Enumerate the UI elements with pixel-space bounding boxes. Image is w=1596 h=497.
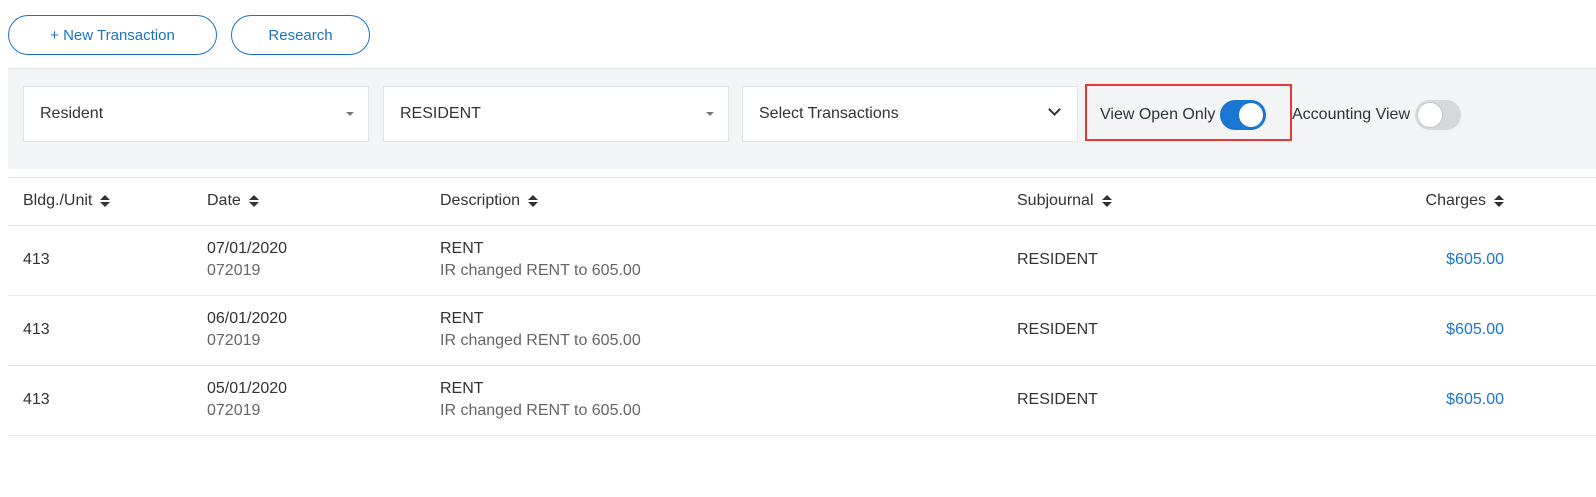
sort-icon [248, 195, 259, 207]
unit-cell: 413 [23, 251, 50, 268]
caret-down-icon [706, 112, 714, 116]
date-value: 06/01/2020 [207, 310, 288, 327]
description-value: RENT [440, 240, 484, 257]
column-header-subjournal[interactable]: Subjournal [1017, 192, 1112, 210]
charge-link[interactable]: $605.00 [1446, 391, 1504, 409]
filter-bar: Resident RESIDENT Select Transactions Vi… [8, 68, 1596, 169]
charge-link[interactable]: $605.00 [1446, 321, 1504, 339]
table-row: 413 05/01/2020 072019 RENT IR changed RE… [8, 366, 1596, 436]
description-note: IR changed RENT to 605.00 [440, 332, 641, 349]
description-cell: RENT IR changed RENT to 605.00 [440, 308, 641, 352]
toggle-knob [1239, 103, 1264, 127]
resident-type-value: Resident [40, 105, 104, 122]
research-button[interactable]: Research [231, 15, 370, 55]
date-value: 05/01/2020 [207, 380, 288, 397]
chevron-down-icon [1048, 103, 1061, 116]
view-open-only-toggle-group: View Open Only [1100, 99, 1267, 131]
batch-value: 072019 [207, 332, 261, 349]
batch-value: 072019 [207, 262, 261, 279]
column-header-subjournal-label: Subjournal [1017, 192, 1094, 209]
accounting-view-label: Accounting View [1292, 106, 1410, 123]
new-transaction-button[interactable]: + New Transaction [8, 15, 217, 55]
unit-cell: 413 [23, 391, 50, 408]
subjournal-cell: RESIDENT [1017, 321, 1098, 338]
accounting-view-toggle[interactable] [1415, 100, 1461, 130]
column-header-unit[interactable]: Bldg./Unit [23, 192, 111, 210]
column-header-date[interactable]: Date [207, 192, 259, 210]
view-open-only-toggle[interactable] [1220, 100, 1267, 130]
subjournal-select[interactable]: RESIDENT [383, 86, 729, 142]
description-value: RENT [440, 310, 484, 327]
column-header-charges-label: Charges [1425, 192, 1486, 209]
view-open-only-label: View Open Only [1100, 106, 1216, 123]
sort-icon [100, 195, 111, 207]
batch-value: 072019 [207, 402, 261, 419]
toggle-knob [1418, 103, 1442, 127]
table-row: 413 07/01/2020 072019 RENT IR changed RE… [8, 226, 1596, 296]
sort-icon [1494, 195, 1504, 207]
description-value: RENT [440, 380, 484, 397]
table-row: 413 06/01/2020 072019 RENT IR changed RE… [8, 296, 1596, 366]
column-header-charges[interactable]: Charges [1426, 192, 1504, 210]
accounting-view-toggle-group: Accounting View [1292, 99, 1461, 131]
unit-cell: 413 [23, 321, 50, 338]
description-cell: RENT IR changed RENT to 605.00 [440, 378, 641, 422]
transactions-select[interactable]: Select Transactions [742, 86, 1078, 142]
column-header-unit-label: Bldg./Unit [23, 192, 93, 209]
date-cell: 05/01/2020 072019 [207, 378, 287, 422]
sort-icon [1101, 195, 1112, 207]
transactions-table: Bldg./Unit Date Description Subjournal C… [8, 177, 1596, 436]
description-note: IR changed RENT to 605.00 [440, 262, 641, 279]
description-note: IR changed RENT to 605.00 [440, 402, 641, 419]
resident-type-select[interactable]: Resident [23, 86, 369, 142]
toolbar: + New Transaction Research [8, 15, 370, 55]
column-header-description[interactable]: Description [440, 192, 539, 210]
column-header-description-label: Description [440, 192, 521, 209]
subjournal-cell: RESIDENT [1017, 391, 1098, 408]
caret-down-icon [346, 112, 354, 116]
column-header-date-label: Date [207, 192, 241, 209]
date-value: 07/01/2020 [207, 240, 288, 257]
table-header: Bldg./Unit Date Description Subjournal C… [8, 177, 1596, 226]
subjournal-value: RESIDENT [400, 105, 481, 122]
charge-link[interactable]: $605.00 [1446, 251, 1504, 269]
date-cell: 07/01/2020 072019 [207, 238, 287, 282]
subjournal-cell: RESIDENT [1017, 251, 1098, 268]
sort-icon [528, 195, 539, 207]
transactions-value: Select Transactions [759, 105, 899, 122]
date-cell: 06/01/2020 072019 [207, 308, 287, 352]
description-cell: RENT IR changed RENT to 605.00 [440, 238, 641, 282]
